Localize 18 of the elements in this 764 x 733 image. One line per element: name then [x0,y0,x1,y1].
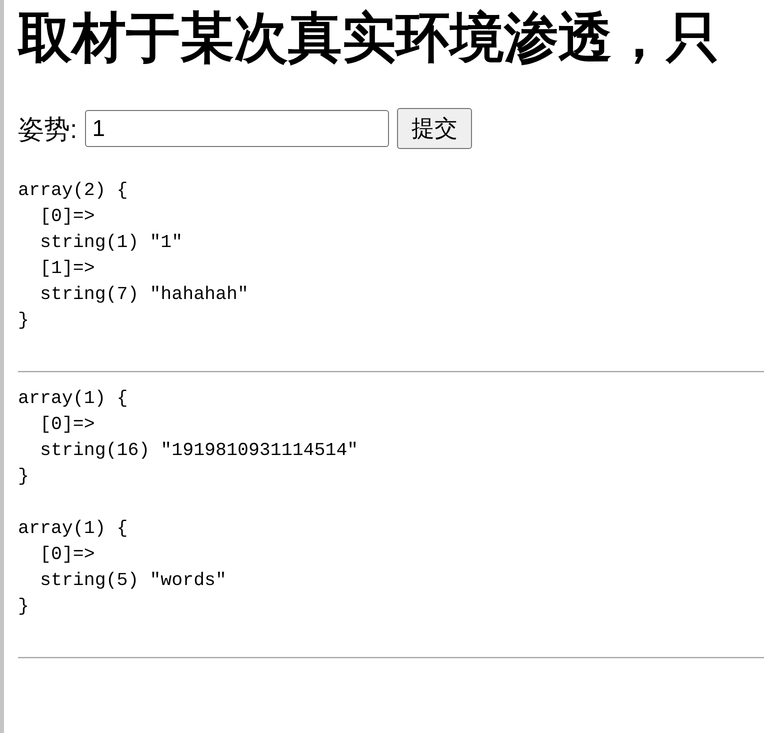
array-key: [1]=> [40,256,95,282]
string-value: string(7) "hahahah" [40,284,248,307]
closing-brace: } [18,596,29,619]
array-key: [0]=> [40,204,95,230]
array-key: [0]=> [40,412,95,438]
closing-brace: } [18,310,29,333]
field-label: 姿势: [18,114,78,144]
string-value: string(16) "1919810931114514" [40,440,358,463]
array-header: array(1) { [18,388,128,411]
array-header: array(1) { [18,518,128,541]
array-key: [0]=> [40,542,95,568]
closing-brace: } [18,466,29,489]
submit-button[interactable]: 提交 [397,108,472,149]
array-header: array(2) { [18,180,128,203]
text-input[interactable]: 1 [85,110,390,147]
string-value: string(5) "words" [40,570,226,593]
string-value: string(1) "1" [40,232,183,255]
page-heading: 取材于某次真实环境渗透，只 [18,6,720,70]
